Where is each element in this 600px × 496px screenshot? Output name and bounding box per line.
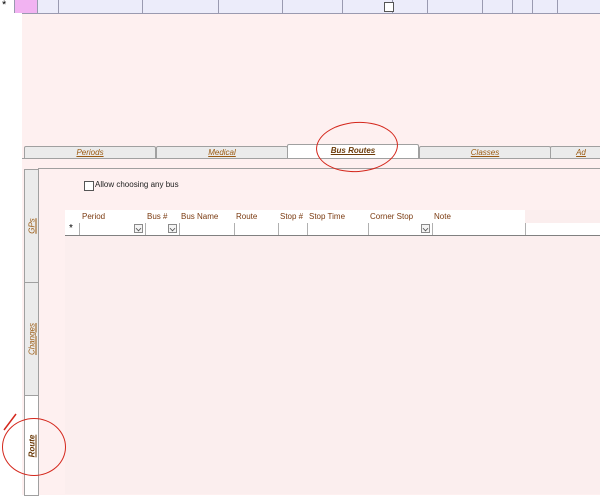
allow-any-bus-label: Allow choosing any bus [95,180,179,189]
column-divider [218,0,219,13]
new-record-marker: * [2,0,7,11]
annotation-stroke [3,413,17,431]
column-header-route: Route [236,212,258,221]
top-datasheet-row[interactable] [22,0,600,14]
column-divider [427,0,428,13]
tab-bus-routes[interactable]: Bus Routes [287,144,419,159]
cell-divider [307,223,308,235]
column-divider [342,0,343,13]
vtab-changes-label: Changes [27,322,37,356]
top-row-checkbox[interactable] [384,2,394,12]
column-divider [557,0,558,13]
corner-stop-dropdown-button[interactable] [421,224,430,233]
column-divider [58,0,59,13]
cell-divider [145,223,146,235]
column-divider [532,0,533,13]
column-header-bus-number: Bus # [147,212,168,221]
column-divider [142,0,143,13]
cell-divider [368,223,369,235]
column-divider [512,0,513,13]
cell-divider [79,223,80,235]
vtab-gps-label: GPs [27,218,37,234]
column-header-corner-stop: Corner Stop [370,212,414,221]
allow-any-bus-checkbox[interactable] [84,181,94,191]
period-dropdown-button[interactable] [134,224,143,233]
bus-route-grid [65,210,600,494]
column-divider [482,0,483,13]
column-divider [282,0,283,13]
column-header-period: Period [82,212,106,221]
selected-cell[interactable] [14,0,38,13]
cell-divider [525,223,526,235]
column-header-note: Note [434,212,451,221]
upper-form-area [22,14,600,144]
vtab-route-label: Route [27,434,37,457]
vtab-gps[interactable]: GPs [24,169,39,283]
cell-divider [278,223,279,235]
vtab-changes[interactable]: Changes [24,282,39,396]
new-record-marker: * [69,223,73,234]
vtab-route[interactable]: Route [24,395,39,496]
column-header-bus-name: Bus Name [181,212,219,221]
cell-divider [432,223,433,235]
cell-divider [234,223,235,235]
bus-number-dropdown-button[interactable] [168,224,177,233]
column-header-stop-time: Stop Time [309,212,346,221]
column-header-stop-number: Stop # [280,212,304,221]
cell-divider [179,223,180,235]
